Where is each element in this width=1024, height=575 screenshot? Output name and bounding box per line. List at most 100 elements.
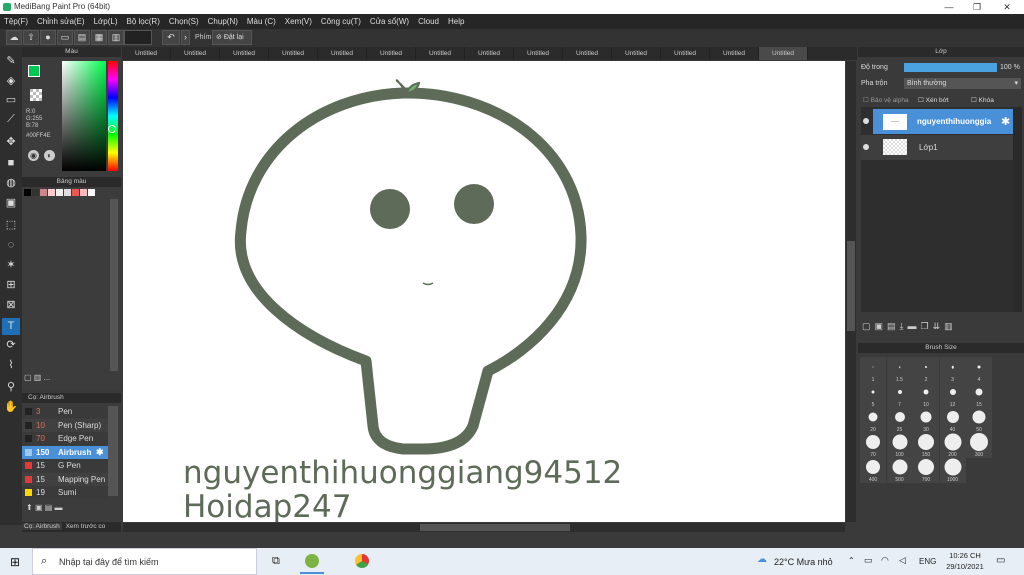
brush-size-option[interactable]: 150 bbox=[913, 432, 939, 458]
task-view-icon[interactable]: ⧉ bbox=[272, 555, 280, 568]
brush-item[interactable]: 150 Airbrush ✱ bbox=[22, 445, 108, 459]
cloud-icon[interactable]: ☁ bbox=[6, 30, 22, 45]
brush-size-option[interactable]: 1 bbox=[860, 357, 886, 383]
layer-name[interactable]: Lớp1 bbox=[919, 143, 938, 152]
palette-swatch[interactable] bbox=[72, 189, 79, 196]
brush-size-option[interactable]: 400 bbox=[860, 457, 886, 483]
divide-tool-icon[interactable]: ⌇ bbox=[2, 357, 20, 374]
menu-cloud[interactable]: Cloud bbox=[418, 14, 439, 29]
horizontal-scroll-thumb[interactable] bbox=[420, 524, 570, 531]
brush-size-option[interactable]: 40 bbox=[939, 407, 966, 433]
eraser-tool-icon[interactable]: ◈ bbox=[2, 73, 20, 90]
palette-swatch[interactable] bbox=[64, 189, 71, 196]
brush-size-option[interactable]: 70 bbox=[860, 432, 886, 458]
maximize-button[interactable]: ❐ bbox=[962, 0, 992, 14]
menu-select[interactable]: Chọn(S) bbox=[169, 14, 199, 29]
hue-handle[interactable] bbox=[108, 125, 116, 133]
brush-tool-icon[interactable]: ✎ bbox=[2, 53, 20, 70]
magic-wand-tool-icon[interactable]: ✶ bbox=[2, 257, 20, 274]
menu-tools[interactable]: Công cụ(T) bbox=[321, 14, 361, 29]
tab-document[interactable]: Untitled bbox=[367, 47, 416, 60]
tab-document[interactable]: Untitled bbox=[171, 47, 220, 60]
close-button[interactable]: ✕ bbox=[992, 0, 1022, 14]
primary-color-swatch[interactable] bbox=[28, 65, 40, 77]
brush-size-option[interactable]: 500 bbox=[886, 457, 913, 483]
brush-item[interactable]: 15 Mapping Pen bbox=[22, 472, 108, 486]
palette-more[interactable]: ... bbox=[44, 373, 51, 382]
add-palette-icon[interactable]: ▢ bbox=[24, 373, 32, 382]
brush-size-option[interactable]: 10 bbox=[913, 382, 939, 408]
page-icon[interactable]: ▤ bbox=[74, 30, 90, 45]
palette-swatch[interactable] bbox=[80, 189, 87, 196]
canvas-vertical-scrollbar[interactable] bbox=[846, 61, 856, 522]
select-rect-tool-icon[interactable]: ⬚ bbox=[2, 217, 20, 234]
layer-row[interactable]: ─── nguyenthihuonggia ✱ bbox=[861, 109, 1013, 134]
notification-icon[interactable]: ▭ bbox=[996, 555, 1005, 566]
lasso-tool-icon[interactable]: ◌ bbox=[2, 237, 20, 254]
language-indicator[interactable]: ENG bbox=[919, 557, 936, 566]
tab-document[interactable]: Untitled bbox=[563, 47, 612, 60]
menu-view[interactable]: Xem(V) bbox=[285, 14, 312, 29]
weather-text[interactable]: 22°C Mưa nhỏ bbox=[774, 557, 833, 567]
tab-document[interactable]: Untitled bbox=[269, 47, 318, 60]
eye-icon[interactable] bbox=[863, 144, 869, 150]
brush-size-option[interactable]: 3 bbox=[939, 357, 966, 383]
rectangle-tool-icon[interactable]: ▭ bbox=[2, 92, 20, 109]
undo-icon[interactable]: ↶ bbox=[162, 30, 180, 45]
chevron-up-icon[interactable]: ⌃ bbox=[848, 556, 855, 565]
menu-layer[interactable]: Lớp(L) bbox=[94, 14, 118, 29]
new-layer-icon[interactable]: ▢ bbox=[862, 321, 875, 331]
brush-size-option[interactable]: 2 bbox=[913, 357, 939, 383]
tab-document[interactable]: Untitled bbox=[514, 47, 563, 60]
gear-icon[interactable]: ✱ bbox=[96, 446, 104, 459]
clock[interactable]: 10:26 CH 29/10/2021 bbox=[942, 550, 988, 572]
chrome-taskbar-icon[interactable] bbox=[355, 554, 369, 568]
layer-row[interactable]: Lớp1 bbox=[861, 135, 1013, 160]
brush-item[interactable]: 3 Pen bbox=[22, 405, 108, 418]
merge-down-icon[interactable]: ⇊ bbox=[933, 321, 945, 331]
tab-document[interactable]: Untitled bbox=[661, 47, 710, 60]
blend-select[interactable]: Bình thường ▾ bbox=[904, 78, 1021, 89]
delete-palette-icon[interactable]: ▥ bbox=[34, 373, 42, 382]
brush-size-option[interactable]: 7 bbox=[886, 382, 913, 408]
vertical-scroll-thumb[interactable] bbox=[847, 241, 855, 331]
brush-item[interactable]: 19 Sumi bbox=[22, 486, 108, 499]
windows-start-icon[interactable]: ⊞ bbox=[10, 555, 20, 569]
brush-size-option[interactable]: 20 bbox=[860, 407, 886, 433]
brush-size-option[interactable]: 4 bbox=[966, 357, 992, 383]
canvas-horizontal-scrollbar[interactable] bbox=[123, 523, 845, 532]
gear-icon[interactable]: ✱ bbox=[1001, 115, 1010, 128]
brush-settings-icon[interactable]: ▤ bbox=[45, 503, 53, 512]
brush-size-option[interactable]: 15 bbox=[966, 382, 992, 408]
pen-line-tool-icon[interactable]: ⟋ bbox=[2, 111, 20, 128]
clip-checkbox[interactable]: ☐ Xén bớt bbox=[918, 96, 949, 104]
protect-alpha-checkbox[interactable]: ☐ Bảo vệ alpha bbox=[863, 96, 909, 104]
tab-document[interactable]: Untitled bbox=[220, 47, 269, 60]
bucket-tool-icon[interactable]: ◍ bbox=[2, 175, 20, 192]
trash-icon[interactable]: ▥ bbox=[944, 321, 957, 331]
folder-icon[interactable]: ▬ bbox=[908, 321, 921, 331]
taskbar-search-box[interactable]: ⌕ Nhập tại đây để tìm kiếm bbox=[32, 548, 257, 575]
brush-size-option[interactable]: 5 bbox=[860, 382, 886, 408]
eyedropper-tool-icon[interactable]: ⚲ bbox=[2, 379, 20, 396]
brush-size-option[interactable]: 100 bbox=[886, 432, 913, 458]
palette-swatch[interactable] bbox=[32, 189, 39, 196]
tab-document[interactable]: Untitled bbox=[759, 47, 808, 60]
color-box[interactable] bbox=[124, 30, 152, 45]
color-picker-icon[interactable]: ◐ bbox=[44, 150, 55, 161]
text-tool-icon[interactable]: T bbox=[2, 318, 20, 335]
brush-size-option[interactable]: 700 bbox=[913, 457, 939, 483]
gradient-tool-icon[interactable]: ▣ bbox=[2, 195, 20, 212]
brush-folder-icon[interactable]: ▬ bbox=[55, 503, 63, 512]
new-layer-copy-icon[interactable]: ▣ bbox=[875, 321, 888, 331]
brush-add-icon[interactable]: ⬆ bbox=[26, 503, 33, 512]
menu-filter[interactable]: Bộ lọc(R) bbox=[127, 14, 160, 29]
hue-slider[interactable] bbox=[108, 61, 118, 171]
film-icon[interactable]: ▥ bbox=[108, 30, 124, 45]
tab-document[interactable]: Untitled bbox=[612, 47, 661, 60]
palette-swatch[interactable] bbox=[48, 189, 55, 196]
eye-icon[interactable] bbox=[863, 118, 869, 124]
brush-item[interactable]: 70 Edge Pen bbox=[22, 432, 108, 445]
network-icon[interactable]: ▭ bbox=[864, 555, 873, 566]
color-wheel-icon[interactable]: ◉ bbox=[28, 150, 39, 161]
